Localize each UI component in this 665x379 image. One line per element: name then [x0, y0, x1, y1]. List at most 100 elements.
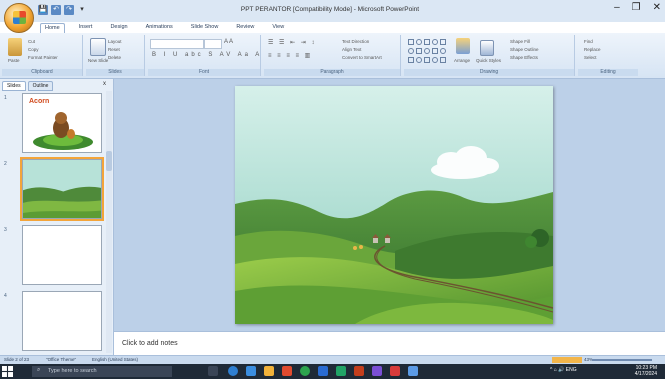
clock[interactable]: 10:23 PM 4/17/2024: [635, 365, 657, 377]
excel-icon[interactable]: [336, 366, 346, 376]
editing-label: Editing: [578, 69, 638, 76]
tab-outline[interactable]: Outline: [27, 81, 54, 91]
drawing-label: Drawing: [404, 69, 574, 76]
slides-group: New Slide Layout Reset Delete Slides: [86, 35, 145, 76]
format-painter-button[interactable]: Format Painter: [28, 55, 58, 60]
app-icon[interactable]: [390, 366, 400, 376]
save-icon[interactable]: 💾: [38, 5, 48, 15]
zoom-slider[interactable]: [592, 359, 652, 361]
taskbar-search[interactable]: ⌕ Type here to search: [32, 366, 172, 377]
editing-group: Find Replace Select Editing: [578, 35, 638, 76]
quick-access-toolbar: 💾 ↶ ↷ ▾: [38, 5, 87, 17]
cut-button[interactable]: Cut: [28, 39, 35, 44]
word-icon[interactable]: [318, 366, 328, 376]
customize-qat-icon[interactable]: ▾: [77, 5, 87, 15]
convert-smartart-button[interactable]: Convert to SmartArt: [342, 55, 382, 60]
slide-number: 2: [4, 161, 7, 167]
font-label: Font: [148, 69, 260, 76]
theme-name: "Office Theme": [46, 357, 77, 362]
paste-icon[interactable]: [8, 38, 22, 56]
paragraph-group: ☰ ☰ ⇤ ⇥ ↕ ≡ ≡ ≡ ≡ ▥ Text Direction Align…: [264, 35, 401, 76]
font-name-input[interactable]: [150, 39, 204, 49]
tab-view[interactable]: View: [268, 23, 288, 33]
slide-thumbnail-1[interactable]: Acorn: [22, 93, 102, 153]
scrollbar-thumb[interactable]: [106, 151, 112, 171]
tab-home[interactable]: Home: [40, 23, 65, 33]
tab-slide-show[interactable]: Slide Show: [187, 23, 223, 33]
close-button[interactable]: ✕: [653, 2, 661, 13]
slide-thumbnail-4[interactable]: [22, 291, 102, 351]
powerpoint-icon[interactable]: [354, 366, 364, 376]
file-explorer-icon[interactable]: [264, 366, 274, 376]
slide-count: Slide 2 of 23: [4, 357, 30, 362]
taskbar: ⌕ Type here to search ^ ⌂ 🔊 ENG 10:23 PM…: [0, 364, 665, 379]
slide-thumbnail-2[interactable]: [20, 157, 104, 221]
copy-button[interactable]: Copy: [28, 47, 39, 52]
align-text-button[interactable]: Align Text: [342, 47, 361, 52]
office-button[interactable]: [4, 3, 34, 33]
store-icon[interactable]: [246, 366, 256, 376]
tab-animations[interactable]: Animations: [142, 23, 177, 33]
new-slide-icon[interactable]: [90, 38, 106, 56]
shape-outline-button[interactable]: Shape Outline: [510, 47, 539, 52]
office-logo-icon: [13, 11, 26, 24]
quick-styles-label[interactable]: Quick Styles: [476, 58, 501, 63]
paragraph-label: Paragraph: [264, 69, 400, 76]
select-button[interactable]: Select: [584, 55, 597, 60]
text-direction-button[interactable]: Text Direction: [342, 39, 369, 44]
window-title: PPT PERANTOR [Compatibility Mode] - Micr…: [240, 6, 420, 13]
language-indicator[interactable]: English (United States): [92, 357, 138, 362]
app-icon[interactable]: [372, 366, 382, 376]
ribbon: Paste Cut Copy Format Painter Clipboard …: [0, 33, 665, 79]
view-buttons[interactable]: [552, 357, 582, 363]
slide-thumbnail-3[interactable]: [22, 225, 102, 285]
tab-review[interactable]: Review: [232, 23, 258, 33]
redo-icon[interactable]: ↷: [64, 5, 74, 15]
ribbon-tabs: Home Insert Design Animations Slide Show…: [40, 23, 288, 33]
find-button[interactable]: Find: [584, 39, 593, 44]
maximize-button[interactable]: ❐: [632, 2, 641, 13]
app-icon[interactable]: [408, 366, 418, 376]
grow-font-icon[interactable]: A A: [224, 39, 233, 45]
chrome-icon[interactable]: [300, 366, 310, 376]
paste-label[interactable]: Paste: [8, 58, 20, 63]
slide-number: 1: [4, 95, 7, 101]
close-pane-icon[interactable]: x: [103, 81, 106, 87]
undo-icon[interactable]: ↶: [51, 5, 61, 15]
system-tray[interactable]: ^ ⌂ 🔊 ENG: [550, 367, 577, 373]
clipboard-group: Paste Cut Copy Format Painter Clipboard: [2, 35, 83, 76]
date: 4/17/2024: [634, 371, 657, 377]
tab-slides[interactable]: Slides: [2, 81, 26, 91]
list-buttons[interactable]: ☰ ☰ ⇤ ⇥ ↕: [268, 39, 316, 46]
task-view-icon[interactable]: [208, 366, 218, 376]
shape-effects-button[interactable]: Shape Effects: [510, 55, 538, 60]
layout-button[interactable]: Layout: [108, 39, 122, 44]
quick-styles-icon[interactable]: [480, 40, 494, 56]
align-buttons[interactable]: ≡ ≡ ≡ ≡ ▥: [268, 52, 312, 59]
search-icon: ⌕: [37, 367, 41, 373]
shape-fill-button[interactable]: Shape Fill: [510, 39, 530, 44]
pane-scrollbar[interactable]: [106, 91, 112, 353]
edge-icon[interactable]: [228, 366, 238, 376]
landscape-illustration: [235, 86, 553, 324]
new-slide-label[interactable]: New Slide: [88, 58, 108, 63]
notes-pane[interactable]: Click to add notes: [114, 331, 665, 356]
tab-design[interactable]: Design: [106, 23, 131, 33]
current-slide[interactable]: [235, 86, 553, 324]
replace-button[interactable]: Replace: [584, 47, 601, 52]
tab-insert[interactable]: Insert: [75, 23, 97, 33]
app-icon[interactable]: [282, 366, 292, 376]
reset-button[interactable]: Reset: [108, 47, 120, 52]
font-format-buttons[interactable]: B I U abc S AV Aa A: [152, 52, 262, 58]
notes-placeholder[interactable]: Click to add notes: [122, 340, 178, 347]
minimize-button[interactable]: –: [614, 2, 620, 13]
landscape-thumbnail: [23, 160, 101, 218]
clipboard-label: Clipboard: [2, 69, 82, 76]
delete-button[interactable]: Delete: [108, 55, 121, 60]
windows-start-icon[interactable]: [2, 366, 13, 377]
slides-label: Slides: [86, 69, 144, 76]
arrange-icon[interactable]: [456, 38, 470, 54]
drawing-group: Arrange Quick Styles Shape Fill Shape Ou…: [404, 35, 575, 76]
font-size-input[interactable]: [204, 39, 222, 49]
arrange-label[interactable]: Arrange: [454, 58, 470, 63]
